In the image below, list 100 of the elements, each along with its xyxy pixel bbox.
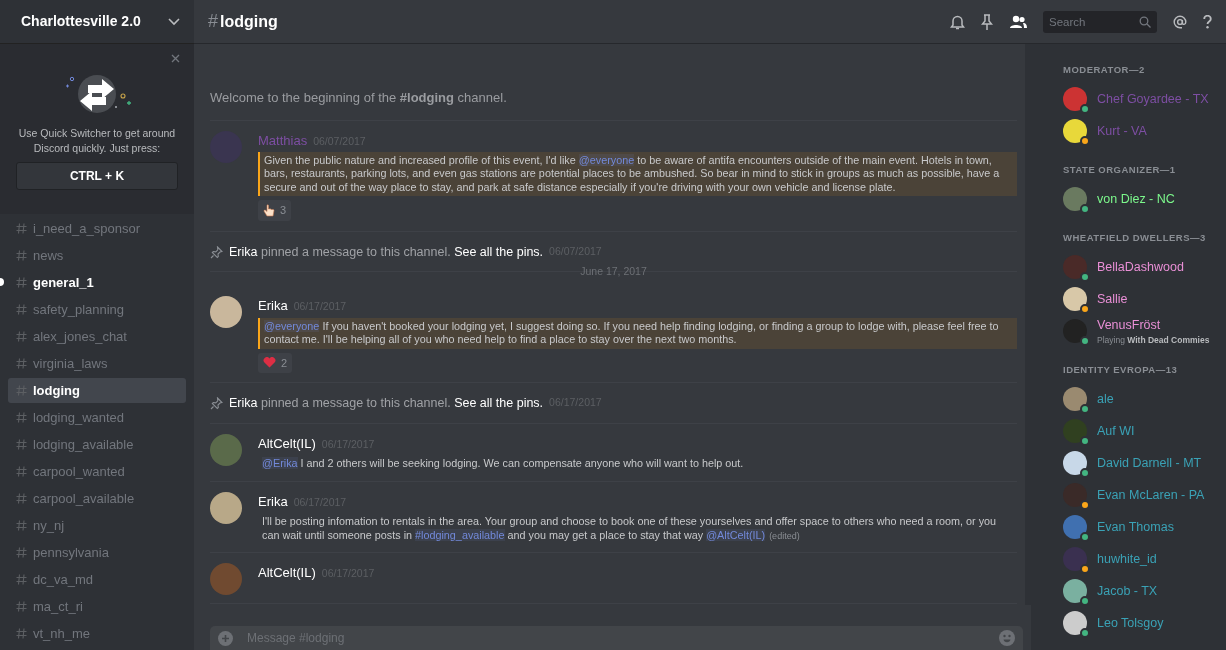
mention-link[interactable]: @Erika — [262, 457, 298, 470]
member-name: Auf WI — [1097, 423, 1135, 438]
hash-icon — [16, 466, 27, 477]
avatar — [1063, 118, 1087, 143]
channel-item[interactable]: safety_planning — [8, 297, 186, 322]
hash-icon — [16, 601, 27, 612]
member-item[interactable]: BellaDashwood — [1055, 250, 1218, 283]
member-name: Sallie — [1097, 292, 1128, 306]
mention-link[interactable]: @everyone — [264, 319, 320, 332]
hash-icon — [16, 277, 27, 288]
channel-item[interactable]: vt_nh_me — [8, 621, 186, 646]
mention-link[interactable]: @everyone — [578, 154, 635, 166]
member-item[interactable]: Evan McLaren - PA — [1055, 478, 1218, 511]
avatar — [1063, 86, 1087, 111]
member-name: Leo Tolsgoy — [1097, 615, 1164, 630]
mention-link[interactable]: @AltCelt(IL) — [706, 528, 766, 541]
see-pins-link[interactable]: See all the pins. — [454, 395, 544, 410]
member-name: Evan Thomas — [1097, 519, 1174, 534]
channel-item[interactable]: alex_jones_chat — [8, 324, 186, 349]
author-name[interactable]: Erika — [258, 491, 288, 512]
edited-label: (edited) — [769, 530, 800, 541]
members-icon[interactable] — [1009, 14, 1027, 29]
pin-icon — [210, 396, 223, 410]
reaction-button[interactable]: 3 — [258, 200, 292, 221]
member-item[interactable]: Kurt - VA — [1055, 114, 1218, 147]
member-item[interactable]: ale — [1055, 382, 1218, 415]
hash-icon — [16, 439, 27, 450]
welcome-message: Welcome to the beginning of the #lodging channel. — [210, 44, 1017, 121]
activity-status: Playing With Dead Commies — [1097, 334, 1210, 347]
member-item[interactable]: Sallie — [1055, 282, 1218, 315]
unread-indicator — [0, 278, 4, 286]
author-name[interactable]: Matthias — [258, 130, 308, 150]
channel-item[interactable]: lodging_wanted — [8, 405, 186, 430]
hash-icon — [16, 520, 27, 531]
member-name: von Diez - NC — [1097, 192, 1175, 207]
member-item[interactable]: Auf WI — [1055, 414, 1218, 447]
avatar — [1063, 514, 1087, 539]
hash-icon — [16, 331, 27, 342]
channel-item[interactable]: virginia_laws — [8, 351, 186, 376]
member-item[interactable]: von Diez - NC — [1055, 182, 1218, 215]
channel-item[interactable]: carpool_available — [8, 486, 186, 511]
channel-item[interactable]: carpool_wanted — [8, 459, 186, 484]
help-icon[interactable] — [1203, 14, 1212, 29]
group-heading: IDENTITY EVROPA—13 — [1063, 364, 1179, 376]
member-item[interactable]: David Darnell - MT — [1055, 446, 1218, 479]
mention-icon[interactable] — [1173, 14, 1187, 29]
mention-link[interactable]: #lodging_available — [415, 528, 505, 541]
avatar — [1063, 386, 1087, 411]
pin-notice: Erika pinned a message to this channel. See all the pins. — [229, 394, 544, 412]
channel-item[interactable]: lodging_available — [8, 432, 186, 457]
reaction-button[interactable]: 2 — [258, 352, 293, 374]
see-pins-link[interactable]: See all the pins. — [454, 244, 544, 259]
pin-icon[interactable] — [981, 13, 993, 30]
member-item[interactable]: Jacob - TX — [1055, 574, 1218, 607]
author-name[interactable]: Erika — [258, 296, 288, 316]
channel-item[interactable]: pennsylvania — [8, 540, 186, 565]
hash-icon — [16, 223, 27, 234]
avatar — [1063, 578, 1087, 603]
shortcut-button[interactable]: CTRL + K — [16, 162, 178, 191]
avatar — [1063, 418, 1087, 443]
author-name[interactable]: AltCelt(IL) — [258, 563, 316, 583]
hash-icon — [16, 493, 27, 504]
message-text: Given the public nature and increased profile of this event, I'd like @everyone to be aware of antifa encounters outside of the main event. Hotels in town, bars, restaurants, parking lots, and even gas stations are potential places to be ambushed. So bear in mind to stick in groups as much as possible, have a secure and out of the way place to stay, and park at safe distance especially if you're driving with your own vehicle and license plate. — [258, 152, 1017, 197]
channel-item[interactable]: news — [8, 243, 186, 268]
channel-item[interactable]: ma_ct_ri — [8, 594, 186, 619]
search-field[interactable]: Search — [1043, 10, 1157, 33]
channel-item[interactable]: lodging — [8, 378, 186, 403]
avatar — [210, 296, 242, 329]
author-name[interactable]: AltCelt(IL) — [258, 433, 316, 454]
member-name: huwhite_id — [1097, 551, 1157, 566]
message-text: @Erika I and 2 others will be seeking lodging. We can compensate anyone who will want to help out. — [261, 456, 745, 472]
channel-item[interactable]: general_1 — [8, 270, 186, 295]
close-icon[interactable] — [171, 54, 180, 63]
hash-icon — [16, 628, 27, 639]
member-item[interactable]: huwhite_id — [1055, 542, 1218, 575]
avatar — [210, 491, 242, 524]
avatar — [1063, 254, 1087, 279]
hash-icon — [16, 412, 27, 423]
member-item[interactable]: Chef Goyardee - TX — [1055, 82, 1218, 115]
channel-item[interactable]: i_need_a_sponsor — [8, 216, 186, 241]
member-item[interactable]: VenusFröst Playing With Dead Commies — [1055, 314, 1218, 347]
member-name: ale — [1097, 391, 1114, 406]
channel-item[interactable]: dc_va_md — [8, 567, 186, 592]
member-name: BellaDashwood — [1097, 260, 1184, 274]
quick-switcher-hint: Use Quick Switcher to get around Discord quickly. Just press: — [17, 126, 177, 156]
channel-item[interactable]: ny_nj — [8, 513, 186, 538]
member-item[interactable]: Evan Thomas — [1055, 510, 1218, 543]
avatar — [1063, 546, 1087, 571]
member-item[interactable]: Leo Tolsgoy — [1055, 606, 1218, 639]
bell-icon[interactable] — [950, 13, 965, 30]
avatar — [1063, 450, 1087, 475]
hash-icon — [16, 358, 27, 369]
message-text: I'll be posting infomation to rentals in the area. Your group and choose to book one of these yourselves and offer space to others who need a room, or you can wait until someone posts in #lodging_available and you may get a place to stay that way @AltCelt(IL) (edited) — [261, 514, 998, 543]
avatar — [210, 563, 242, 596]
server-name[interactable]: Charlottesville 2.0 — [21, 11, 141, 32]
message-text: @everyone If you haven't booked your lodging yet, I suggest doing so. If you need help finding lodging, or finding a group to lodge with, please feel free to contact me. I'll be helping all of you who need help to find a place to stay over the next two months. — [258, 317, 1017, 349]
hash-icon — [16, 250, 27, 261]
member-name: David Darnell - MT — [1097, 455, 1202, 470]
group-heading: MODERATOR—2 — [1063, 65, 1146, 76]
chevron-down-icon[interactable] — [168, 17, 180, 26]
